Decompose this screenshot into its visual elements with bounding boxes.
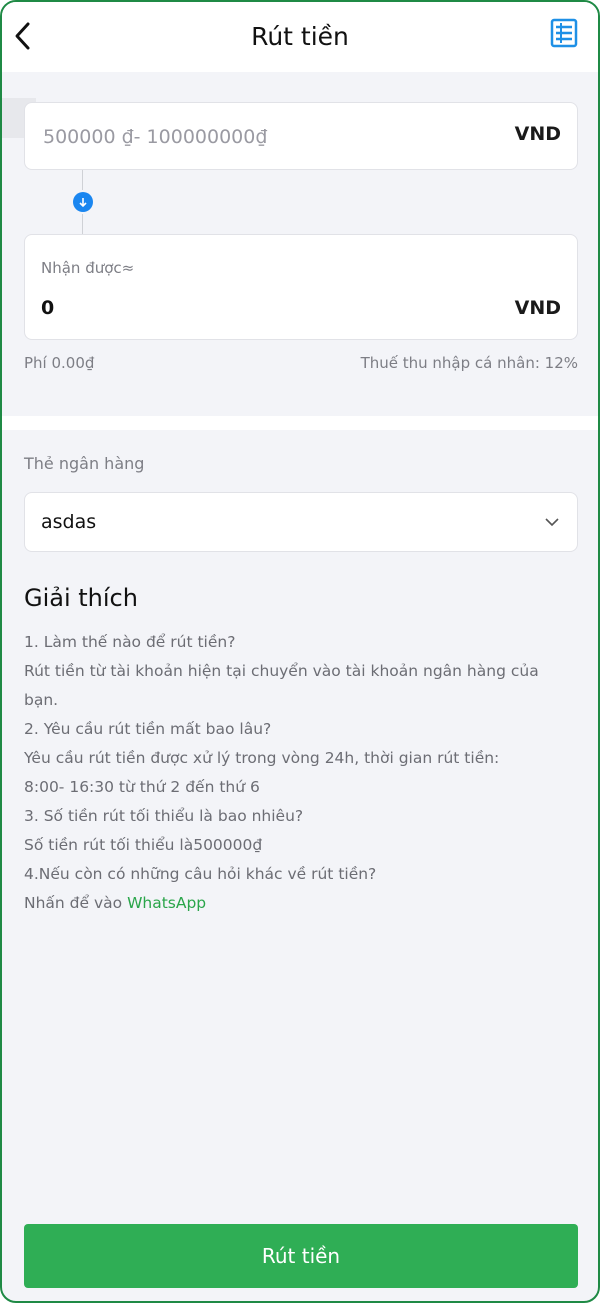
explain-line: Rút tiền từ tài khoản hiện tại chuyển và… [24, 662, 539, 680]
list-document-icon [550, 18, 578, 48]
explain-line: 3. Số tiền rút tối thiểu là bao nhiêu? [24, 807, 304, 825]
section-divider [2, 416, 598, 430]
header: Rút tiền [2, 2, 598, 72]
receive-value: 0 [41, 297, 55, 319]
chevron-down-icon [545, 518, 559, 527]
fee-text: Phí 0.00₫ [24, 354, 95, 372]
back-button[interactable] [8, 18, 38, 54]
explain-line: Yêu cầu rút tiền được xử lý trong vòng 2… [24, 749, 500, 767]
amount-field-card: VND [24, 102, 578, 170]
bank-label: Thẻ ngân hàng [24, 454, 145, 473]
app-frame: Rút tiền VND Nhận được≈ 0 [0, 0, 600, 1303]
withdraw-button[interactable]: Rút tiền [24, 1224, 578, 1288]
page-title: Rút tiền [251, 22, 349, 51]
receive-label: Nhận được≈ [41, 259, 135, 277]
receive-unit: VND [514, 297, 561, 319]
contact-line: Nhấn để vào WhatsApp [24, 889, 584, 918]
bank-select[interactable]: asdas [24, 492, 578, 552]
explain-text: 1. Làm thế nào để rút tiền? Rút tiền từ … [24, 628, 584, 918]
amount-unit: VND [514, 123, 561, 145]
tax-text: Thuế thu nhập cá nhân: 12% [360, 354, 578, 372]
history-button[interactable] [550, 18, 578, 48]
explain-line: 1. Làm thế nào để rút tiền? [24, 633, 236, 651]
explain-line: bạn. [24, 691, 59, 709]
whatsapp-link[interactable]: WhatsApp [127, 894, 206, 912]
bank-selected-value: asdas [41, 511, 97, 533]
explain-title: Giải thích [24, 584, 138, 612]
explain-line: 8:00- 16:30 từ thứ 2 đến thứ 6 [24, 778, 260, 796]
arrow-down-icon [73, 192, 93, 212]
explain-line: Số tiền rút tối thiểu là500000₫ [24, 836, 263, 854]
contact-prefix: Nhấn để vào [24, 894, 128, 912]
amount-input[interactable] [41, 117, 485, 157]
connector-line-bottom [82, 214, 83, 234]
connector-line-top [82, 170, 83, 190]
explain-line: 4.Nếu còn có những câu hỏi khác về rút t… [24, 865, 377, 883]
chevron-left-icon [15, 22, 30, 50]
receive-card: Nhận được≈ 0 VND [24, 234, 578, 340]
explain-line: 2. Yêu cầu rút tiền mất bao lâu? [24, 720, 272, 738]
